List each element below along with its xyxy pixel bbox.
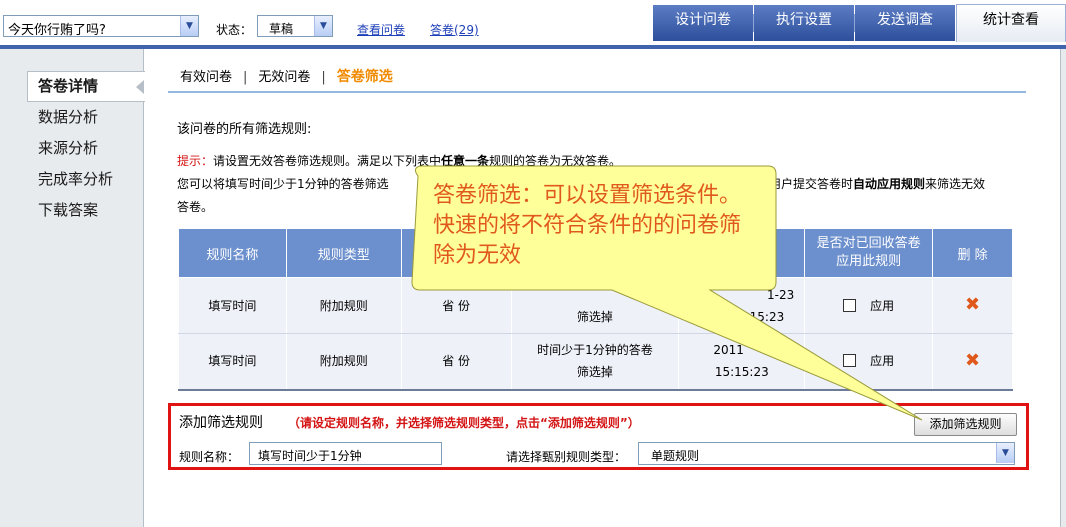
column-header: 是否对已回收答卷 应用此规则 [804, 228, 934, 278]
table-row: 填写时间 附加规则 省 份 筛选掉 1-23 15:23 应用 ✖ [178, 277, 1013, 334]
apply-label: 应用 [870, 298, 895, 313]
rule-type-value: 单题规则 [651, 449, 700, 463]
subtab-underline [168, 91, 1026, 93]
survey-select[interactable]: 今天你行贿了吗? ▼ [3, 15, 199, 38]
tip-line-1: 提示：请设置无效答卷筛选规则。满足以下列表中任意一条规则的答卷为无效答卷。 [177, 152, 621, 169]
add-rule-panel: 添加筛选规则 （请设定规则名称，并选择筛选规则类型，点击“添加筛选规则”） 添加… [168, 403, 1029, 470]
table-row: 填写时间 附加规则 省 份 时间少于1分钟的答卷 筛选掉 2011 15:15:… [178, 333, 1013, 391]
main-tabs: 设计问卷 执行设置 发送调查 统计查看 [653, 4, 1066, 43]
tab-invalid-surveys[interactable]: 无效问卷 [258, 66, 310, 85]
sidebar-item-answer-details[interactable]: 答卷详情 [38, 75, 98, 96]
subtab-divider: | [243, 70, 248, 85]
status-label: 状态： [216, 23, 253, 37]
tip-line-3: 答卷。 [177, 200, 214, 214]
rule-time-bottom: 15:15:23 [714, 365, 769, 380]
view-survey-link[interactable]: 查看问卷 [357, 21, 405, 38]
section-title: 该问卷的所有筛选规则: [177, 122, 312, 137]
sub-tabs: 有效问卷 | 无效问卷 | 答卷筛选 [180, 66, 393, 86]
rule-name-cell: 填写时间 [178, 333, 287, 391]
rule-time-bottom: 15:23 [749, 309, 785, 324]
tab-execute[interactable]: 执行设置 [754, 5, 854, 41]
rule-time-top: 2011 [713, 343, 744, 358]
tab-design[interactable]: 设计问卷 [653, 5, 753, 41]
sidebar-item-completion-analysis[interactable]: 完成率分析 [38, 168, 113, 189]
rule-type-select[interactable]: 单题规则 ▼ [638, 442, 1015, 465]
sidebar-item-source-analysis[interactable]: 来源分析 [38, 137, 98, 158]
rule-time-top: 1-23 [766, 287, 795, 302]
tab-statistics[interactable]: 统计查看 [956, 4, 1066, 42]
apply-cell: 应用 [804, 277, 934, 334]
tab-answer-filter[interactable]: 答卷筛选 [337, 66, 393, 86]
rule-name-cell: 填写时间 [178, 277, 287, 334]
tip-emphasis: 任意一条 [441, 154, 490, 168]
apply-cell: 应用 [804, 333, 934, 391]
delete-icon[interactable]: ✖ [965, 294, 980, 315]
tip-text: 来筛选无效 [925, 177, 986, 191]
sidebar-item-data-analysis[interactable]: 数据分析 [38, 106, 98, 127]
tip-text: 您可以将填写时间少于1分钟的答卷筛选 [177, 177, 389, 191]
rule-name-label: 规则名称： [179, 450, 240, 464]
status-select[interactable]: 草稿 ▼ [257, 15, 333, 37]
rule-type-cell: 附加规则 [285, 277, 402, 334]
survey-select-value: 今天你行贿了吗? [8, 23, 106, 38]
rule-name-input[interactable]: 填写时间少于1分钟 [249, 442, 442, 465]
tip-emphasis: 自动应用规则 [853, 177, 926, 191]
tab-valid-surveys[interactable]: 有效问卷 [180, 66, 232, 85]
tip-text: 请设置无效答卷筛选规则。满足以下列表中 [213, 154, 442, 168]
delete-cell: ✖ [932, 333, 1013, 391]
answers-link[interactable]: 答卷(29) [430, 21, 479, 38]
tip-text: 在用户提交答卷时 [757, 177, 854, 191]
column-header: 删 除 [932, 228, 1013, 278]
rule-province-cell: 省 份 [400, 333, 512, 391]
tip-line-2: 您可以将填写时间少于1分钟的答卷筛选 [177, 175, 389, 192]
apply-label: 应用 [870, 354, 895, 369]
column-header: 规则类型 [285, 228, 402, 278]
apply-checkbox[interactable] [843, 298, 857, 312]
tip-text: 规则的答卷为无效答卷。 [489, 154, 622, 168]
delete-icon[interactable]: ✖ [965, 350, 980, 371]
rule-type-cell: 附加规则 [285, 333, 402, 391]
add-rule-hint: （请设定规则名称，并选择筛选规则类型，点击“添加筛选规则”） [288, 416, 640, 430]
chevron-down-icon[interactable]: ▼ [180, 16, 198, 36]
rule-desc-cell: 筛选掉 [510, 277, 680, 334]
column-header: 规则名称 [178, 228, 287, 278]
tab-send[interactable]: 发送调查 [855, 5, 955, 41]
rule-type-label: 请选择甄别规则类型： [506, 450, 627, 464]
top-bar: 今天你行贿了吗? ▼ 状态： 草稿 ▼ 查看问卷 答卷(29) 设计问卷 执行设… [0, 0, 1066, 46]
add-rule-button[interactable]: 添加筛选规则 [914, 413, 1017, 436]
apply-checkbox[interactable] [843, 354, 857, 368]
chevron-down-icon[interactable]: ▼ [996, 443, 1014, 463]
rule-time-cell: 2011 15:15:23 [678, 333, 806, 391]
rule-province-cell: 省 份 [400, 277, 512, 334]
status-select-value: 草稿 [269, 22, 294, 36]
rule-time-cell: 1-23 15:23 [678, 277, 806, 334]
rule-desc-cell: 时间少于1分钟的答卷 筛选掉 [510, 333, 680, 391]
tip-line-2-end: 在用户提交答卷时自动应用规则来筛选无效 [757, 175, 985, 192]
chevron-down-icon[interactable]: ▼ [314, 16, 332, 36]
sidebar-pointer-icon [136, 80, 144, 94]
add-rule-title: 添加筛选规则 [179, 415, 263, 431]
sidebar-item-download-answers[interactable]: 下载答案 [38, 199, 98, 220]
subtab-divider: | [321, 70, 326, 85]
delete-cell: ✖ [932, 277, 1013, 334]
tip-label: 提示： [177, 154, 214, 168]
callout-text: 答卷筛选：可以设置筛选条件。快速的将不符合条件的的问卷筛除为无效 [433, 183, 742, 268]
